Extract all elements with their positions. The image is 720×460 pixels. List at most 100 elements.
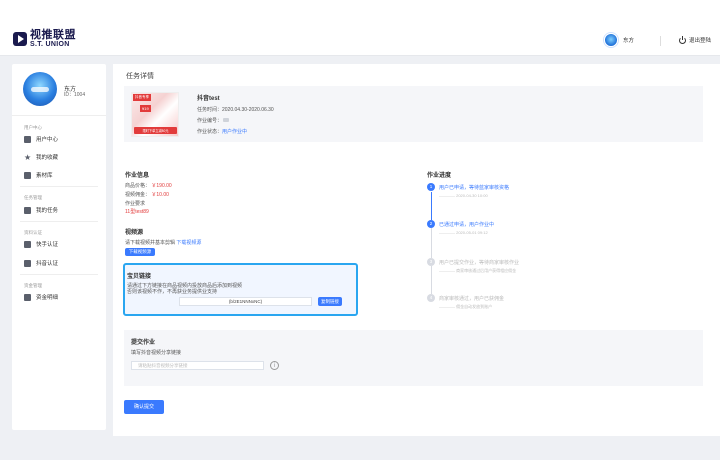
step-text: 用户已提交作业，等待商家审核作业 [439, 260, 520, 266]
job-info-title: 作业信息 [125, 173, 150, 179]
sidebar-group-auth: 资料认证 [24, 230, 42, 235]
progress-line [431, 228, 432, 258]
copy-link-button[interactable]: 复制链接 [318, 297, 342, 306]
main-content: 任务详情 抖音专享 ¥19 限时下单立减80元 抖音test 任务时间：2020… [113, 64, 720, 436]
camera-icon [24, 240, 31, 248]
divider [660, 36, 661, 46]
info-icon[interactable]: i [270, 361, 279, 370]
page-title: 任务详情 [126, 73, 154, 80]
price-value: ￥190.00 [151, 183, 172, 189]
sidebar-item-my-tasks[interactable]: 我的任务 [24, 206, 58, 214]
sidebar-item-user-center[interactable]: 用户中心 [24, 135, 58, 143]
sidebar-item-label: 我的收藏 [36, 155, 59, 161]
task-status: 作业状态：用户作业中 [197, 128, 247, 135]
product-link-code-field[interactable]: (b/2E1NNNxNC) [179, 297, 312, 306]
task-number-label: 作业编号： [197, 118, 223, 124]
sidebar-item-fund-details[interactable]: 资金明细 [24, 293, 58, 301]
sidebar-group-task: 任务管理 [24, 195, 42, 200]
sidebar-item-label: 用户中心 [36, 137, 59, 143]
submit-title: 提交作业 [131, 340, 156, 346]
thumbnail-tag: 抖音专享 [133, 94, 151, 101]
step-text: 商家审核通过，用户已获佣金 [439, 296, 505, 302]
user-menu[interactable]: 东方 [604, 33, 634, 47]
price-label: 商品价格： [125, 183, 151, 189]
logo[interactable]: 视推联盟 S.T. UNION [13, 30, 76, 48]
sidebar-item-kuaishou-auth[interactable]: 快手认证 [24, 240, 58, 248]
product-link-title: 宝贝链接 [127, 274, 152, 280]
sidebar-divider [20, 221, 98, 222]
sidebar-divider [20, 186, 98, 187]
step-text: 用户已申请，等待蓝家审核资格 [439, 185, 510, 191]
confirm-submit-button[interactable]: 确认提交 [124, 400, 164, 414]
task-summary-card: 抖音专享 ¥19 限时下单立减80元 抖音test 任务时间：2020.04.3… [124, 86, 703, 142]
sidebar-item-label: 资金明细 [36, 295, 59, 301]
product-thumbnail[interactable]: 抖音专享 ¥19 限时下单立减80元 [131, 92, 179, 137]
task-number: 作业编号： [197, 117, 230, 124]
video-source-desc: 请下载视频并基本剪辑 下载视频源 [125, 239, 201, 246]
requirement-value: 11型test89 [125, 209, 149, 215]
logo-text-cn: 视推联盟 [30, 29, 76, 41]
logo-text-en: S.T. UNION [30, 41, 70, 48]
commission-label: 视频佣金： [125, 192, 151, 198]
download-video-button[interactable]: 下载视频源 [125, 248, 155, 256]
download-video-link[interactable]: 下载视频源 [176, 240, 201, 246]
submit-subtitle: 填写抖音视频分享链接 [131, 350, 182, 356]
power-icon [679, 35, 686, 44]
progress-line-done [431, 192, 432, 220]
commission-line: 视频佣金： ￥10.00 [125, 191, 169, 198]
step-sub: ———— 商家审核通过后用户获得相应佣金 [439, 268, 517, 273]
task-status-value: 用户作业中 [222, 129, 248, 135]
sidebar-divider [20, 274, 98, 275]
profile-card: 东方 ID：1004 [12, 64, 106, 116]
star-icon: ★ [24, 152, 32, 162]
thumbnail-footer: 限时下单立减80元 [134, 127, 177, 134]
logo-play-icon [13, 32, 27, 46]
profile-avatar [23, 72, 57, 106]
sidebar-item-label: 快手认证 [36, 242, 59, 248]
sidebar-item-douyin-auth[interactable]: 抖音认证 [24, 259, 58, 267]
sidebar-group-funds: 资金管理 [24, 283, 42, 288]
task-number-masked [223, 118, 230, 122]
progress-title: 作业进度 [427, 173, 452, 179]
music-note-icon [24, 259, 31, 267]
step-text: 已通过申请，用户作业中 [439, 222, 495, 228]
sidebar-item-assets[interactable]: 素材库 [24, 171, 53, 179]
product-link-desc-2: 否则该视频不作，不再获业务提供业支持 [127, 289, 218, 295]
sidebar-item-label: 抖音认证 [36, 261, 59, 267]
logout-button[interactable]: 退出登陆 [679, 35, 712, 44]
submit-work-card: 提交作业 填写抖音视频分享链接 请粘贴抖音视频分享链接 i [124, 330, 703, 386]
task-status-label: 作业状态： [197, 129, 223, 135]
sidebar-item-favorites[interactable]: ★ 我的收藏 [24, 153, 58, 161]
share-link-input[interactable]: 请粘贴抖音视频分享链接 [131, 361, 264, 370]
user-name: 东方 [623, 38, 635, 44]
ledger-icon [24, 293, 31, 301]
logout-label: 退出登陆 [689, 38, 712, 44]
task-time: 任务时间：2020.04.30-2020.06.30 [197, 107, 274, 113]
step-number: 1 [427, 183, 435, 191]
step-number: 2 [427, 220, 435, 228]
task-name: 抖音test [197, 96, 220, 102]
wallet-icon [24, 135, 31, 143]
task-icon [24, 206, 31, 214]
progress-line [431, 266, 432, 294]
sidebar-item-label: 素材库 [36, 173, 53, 179]
video-source-desc-text: 请下载视频并基本剪辑 [125, 240, 176, 246]
requirement-label: 作业要求 [125, 201, 146, 207]
profile-id: ID：1004 [64, 92, 86, 98]
top-bar: 视推联盟 S.T. UNION 东方 退出登陆 [0, 0, 720, 56]
image-icon [24, 171, 31, 179]
sidebar: 东方 ID：1004 用户中心 用户中心 ★ 我的收藏 素材库 任务管理 我的任… [12, 64, 106, 430]
video-source-title: 视频源 [125, 230, 144, 236]
sidebar-item-label: 我的任务 [36, 208, 59, 214]
step-sub: ———— 佣金自动发放到账户 [439, 304, 493, 309]
thumbnail-price: ¥19 [140, 105, 151, 112]
avatar [604, 33, 618, 47]
product-link-panel: 宝贝链接 请通过下方链接在商品视频内投放商品后添加到视频 否则该视频不作，不再获… [123, 263, 358, 316]
price-line: 商品价格： ￥190.00 [125, 182, 172, 189]
commission-value: ￥10.00 [151, 192, 169, 198]
sidebar-group-user: 用户中心 [24, 125, 42, 130]
step-sub: ———— 2020-04-30 10:00 [439, 193, 488, 198]
step-number: 3 [427, 258, 435, 266]
step-number: 4 [427, 294, 435, 302]
step-sub: ———— 2020-05-01 09:12 [439, 230, 488, 235]
